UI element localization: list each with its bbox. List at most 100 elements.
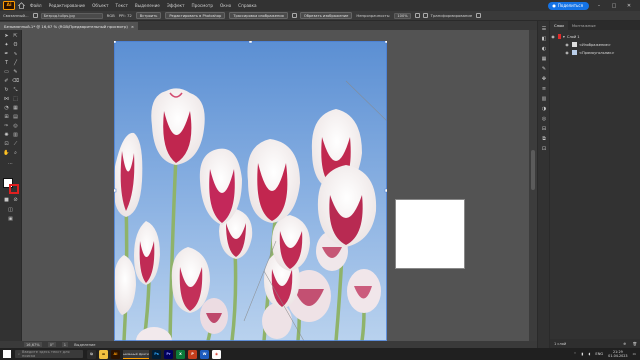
expand-icon[interactable]: ▾ — [563, 35, 565, 39]
magic-wand-tool-icon[interactable]: ✦ — [3, 41, 10, 48]
libraries-panel-icon[interactable]: ◧ — [540, 35, 548, 42]
eraser-tool-icon[interactable]: ⌫ — [12, 77, 19, 84]
menu-window[interactable]: Окно — [220, 3, 231, 8]
curvature-tool-icon[interactable]: ∿ — [12, 50, 19, 57]
language-indicator[interactable]: ENG — [595, 352, 603, 356]
image-trace-button[interactable]: Трассировка изображения — [229, 12, 288, 19]
type-tool-icon[interactable]: T — [3, 59, 10, 66]
scale-tool-icon[interactable]: ⤡ — [12, 86, 19, 93]
artboard-tool-icon[interactable]: ⊡ — [3, 140, 10, 147]
minimize-icon[interactable]: – — [595, 2, 603, 9]
free-transform-tool-icon[interactable]: ⬚ — [12, 95, 19, 102]
eyedropper-tool-icon[interactable]: ✑ — [3, 122, 10, 129]
menu-type[interactable]: Текст — [116, 3, 128, 8]
perspective-grid-tool-icon[interactable]: ▦ — [12, 104, 19, 111]
linked-file-name[interactable]: Безрод.tulips.jpg — [40, 12, 103, 19]
mesh-tool-icon[interactable]: ⊞ — [3, 113, 10, 120]
clock[interactable]: 21:29 01.04.2023 — [608, 350, 627, 358]
hand-tool-icon[interactable]: ✋ — [3, 149, 10, 156]
menu-edit[interactable]: Редактирование — [49, 3, 86, 8]
stroke-panel-icon[interactable]: ≡ — [540, 85, 548, 92]
close-tab-icon[interactable]: × — [131, 24, 134, 29]
crop-image-button[interactable]: Обрезать изображение — [299, 12, 353, 19]
swatches-panel-icon[interactable]: ▦ — [540, 55, 548, 62]
brushes-panel-icon[interactable]: ✎ — [540, 65, 548, 72]
gradient-tool-icon[interactable]: ▤ — [12, 113, 19, 120]
transparency-panel-icon[interactable]: ◑ — [540, 105, 548, 112]
transform-panel-icon[interactable]: ⊡ — [540, 145, 548, 152]
home-icon[interactable] — [18, 2, 25, 9]
layer-row[interactable]: ◉ ▾ Слой 1 — [550, 33, 640, 40]
slides-app-icon[interactable]: P — [188, 349, 197, 359]
shaper-tool-icon[interactable]: ✐ — [3, 77, 10, 84]
premiere-taskbar-icon[interactable]: Pr — [164, 349, 173, 359]
shape-builder-tool-icon[interactable]: ◔ — [3, 104, 10, 111]
volume-icon[interactable]: ◖ — [589, 352, 591, 356]
layer-item[interactable]: ◉ <Изображение> — [550, 41, 640, 48]
eye-icon[interactable]: ◉ — [550, 34, 556, 39]
lasso-tool-icon[interactable]: ʘ — [12, 41, 19, 48]
paintbrush-tool-icon[interactable]: ✎ — [12, 68, 19, 75]
pathfinder-panel-icon[interactable]: ⧉ — [540, 135, 548, 142]
properties-panel-icon[interactable]: ☰ — [540, 25, 548, 32]
task-view-icon[interactable]: ⧉ — [87, 349, 96, 359]
menu-view[interactable]: Просмотр — [192, 3, 214, 8]
zoom-field[interactable]: 16,67% — [24, 342, 42, 347]
eye-icon[interactable]: ◉ — [564, 42, 570, 47]
maximize-icon[interactable]: □ — [610, 2, 618, 9]
link-icon[interactable] — [32, 13, 38, 18]
scrollbar-thumb[interactable] — [531, 150, 535, 190]
symbols-panel-icon[interactable]: ✤ — [540, 75, 548, 82]
distribute-icon[interactable] — [422, 13, 428, 18]
document-app-icon[interactable]: W — [200, 349, 209, 359]
eye-icon[interactable]: ◉ — [564, 50, 570, 55]
symbol-sprayer-tool-icon[interactable]: ✺ — [3, 131, 10, 138]
layer-item[interactable]: ◉ <Прямоугольник> — [550, 49, 640, 56]
layer-name[interactable]: Слой 1 — [567, 35, 580, 39]
slice-tool-icon[interactable]: ⟋ — [12, 140, 19, 147]
new-layer-icon[interactable]: ⊕ — [623, 342, 626, 346]
share-button[interactable]: ● Поделиться — [548, 1, 589, 10]
rotation-field[interactable]: 0° — [47, 342, 56, 347]
zoom-tool-icon[interactable]: ⌕ — [12, 149, 19, 156]
tulips-image[interactable] — [114, 41, 387, 341]
direct-selection-tool-icon[interactable]: ⇱ — [12, 32, 19, 39]
drawing-mode-icon[interactable]: ◫ — [7, 206, 14, 213]
layer-item-name[interactable]: <Прямоугольник> — [579, 51, 615, 55]
line-tool-icon[interactable]: ╱ — [12, 59, 19, 66]
spreadsheet-app-icon[interactable]: X — [176, 349, 185, 359]
start-button[interactable] — [3, 350, 11, 358]
none-swatch-icon[interactable]: ⊘ — [12, 196, 19, 203]
align-panel-icon[interactable]: ⊟ — [540, 125, 548, 132]
layer-item-name[interactable]: <Изображение> — [579, 43, 611, 47]
width-tool-icon[interactable]: ⋈ — [3, 95, 10, 102]
embed-button[interactable]: Встроить — [135, 12, 162, 19]
tab-layers[interactable]: Слои — [550, 21, 568, 30]
tab-artboards[interactable]: Монтажные — [567, 21, 600, 30]
color-panel-icon[interactable]: ◐ — [540, 45, 548, 52]
pen-tool-icon[interactable]: ✒ — [3, 50, 10, 57]
taskbar-search[interactable]: ⌕ Введите здесь текст для поиска — [15, 350, 83, 358]
appearance-panel-icon[interactable]: ◎ — [540, 115, 548, 122]
trace-options-icon[interactable] — [291, 13, 297, 18]
menu-effect[interactable]: Эффект — [167, 3, 185, 8]
stroke-swatch[interactable] — [9, 184, 19, 194]
network-icon[interactable]: ▮ — [582, 352, 584, 356]
browser-icon[interactable]: ◉ — [212, 349, 221, 359]
artboard-navigator[interactable]: 1 — [61, 342, 69, 347]
opacity-field[interactable]: 100% — [394, 12, 411, 19]
white-rectangle[interactable] — [395, 199, 465, 269]
menu-select[interactable]: Выделение — [135, 3, 160, 8]
more-tools-icon[interactable]: ⋯ — [7, 160, 14, 167]
selection-tool-icon[interactable]: ➤ — [3, 32, 10, 39]
menu-help[interactable]: Справка — [238, 3, 256, 8]
notifications-icon[interactable]: ▭ — [633, 352, 636, 356]
color-mode-icon[interactable]: ■ — [3, 196, 10, 203]
menu-object[interactable]: Объект — [92, 3, 108, 8]
photoshop-taskbar-icon[interactable]: Ps — [152, 349, 161, 359]
blend-tool-icon[interactable]: ◎ — [12, 122, 19, 129]
close-icon[interactable]: ✕ — [625, 2, 633, 9]
document-tab[interactable]: Безымянный-1* @ 16,67 % (RGB/Предварител… — [0, 22, 139, 30]
align-icon[interactable] — [414, 13, 420, 18]
canvas[interactable] — [22, 30, 529, 341]
